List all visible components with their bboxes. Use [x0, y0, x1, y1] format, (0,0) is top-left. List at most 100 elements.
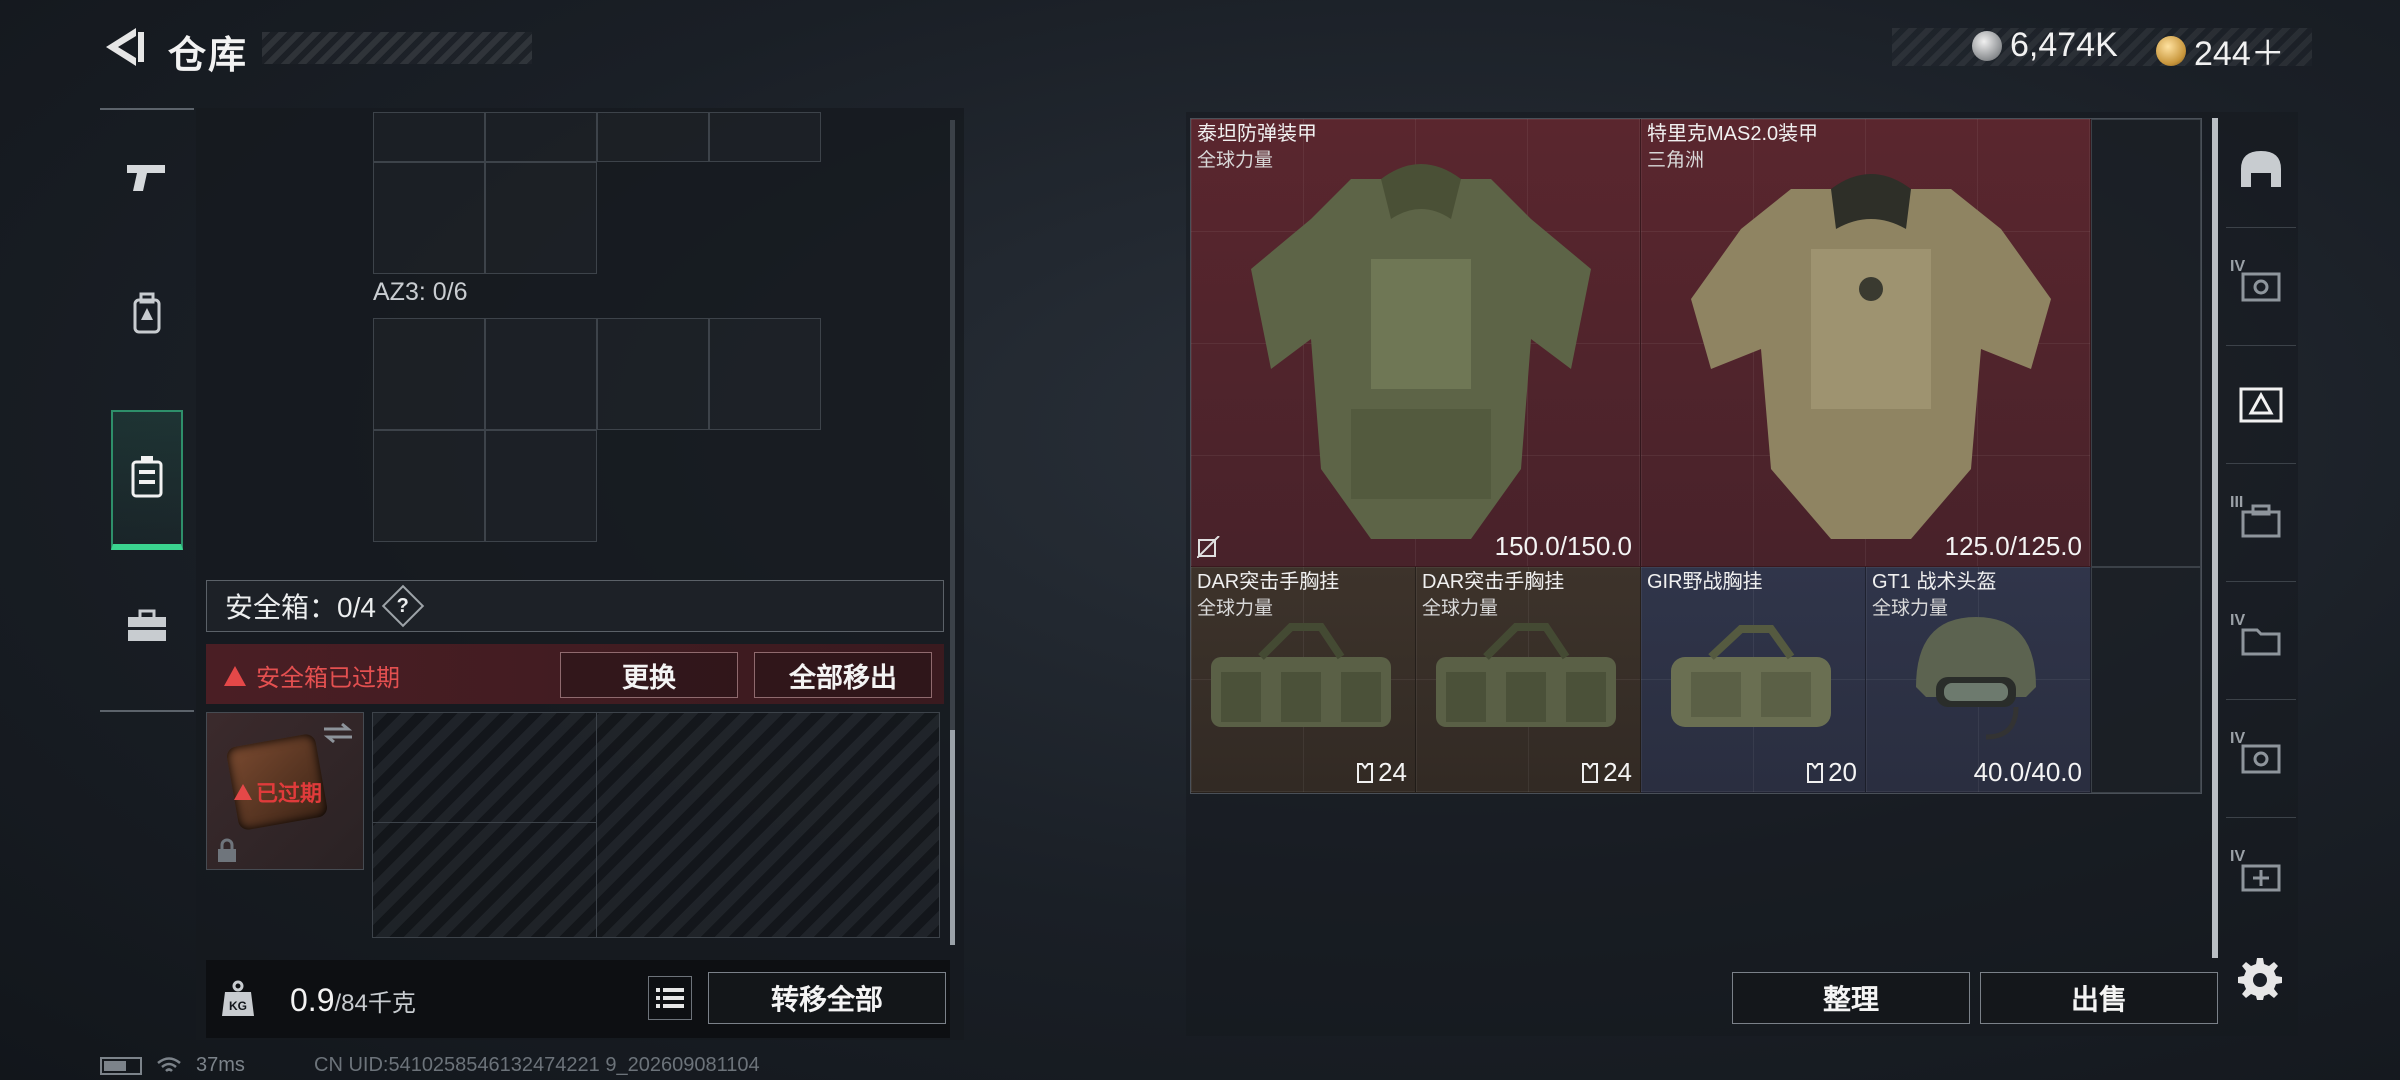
tier-label: III — [2230, 494, 2244, 511]
slot-cell[interactable] — [485, 112, 597, 162]
item-capacity: 24 — [1581, 757, 1632, 788]
filter-tier-iv-2[interactable] — [2226, 346, 2296, 464]
slot-cell[interactable] — [597, 112, 709, 162]
category-rail — [100, 108, 194, 712]
no-insure-icon — [1197, 536, 1220, 558]
page-title: 仓库 — [168, 35, 249, 77]
armor-vest-icon — [131, 456, 163, 498]
chest-rig-image — [1211, 623, 1391, 727]
battery-icon — [100, 1056, 142, 1075]
weight-capacity: /84千克 — [334, 990, 416, 1017]
vest-capacity-icon — [1807, 762, 1824, 783]
back-arrow-icon[interactable] — [100, 22, 150, 72]
lock-icon — [218, 838, 236, 862]
status-bar: 37ms — [100, 1054, 245, 1077]
medical-filter-icon — [2241, 864, 2281, 892]
item-name: 特里克MAS2.0装甲 — [1647, 123, 1819, 145]
player-uid: CN UID:5410258546132474221 9_20260908110… — [314, 1054, 760, 1076]
title-decoration — [262, 32, 532, 64]
list-icon — [656, 988, 684, 1008]
filter-rail: IV III IV IV IV — [2226, 110, 2296, 950]
sell-button[interactable]: 出售 — [1980, 972, 2218, 1024]
silver-amount: 6,474K — [2010, 26, 2118, 64]
item-name: GIR野战胸挂 — [1647, 571, 1763, 593]
gold-amount: 244＋ — [2194, 35, 2285, 73]
item-gir-chest-rig[interactable]: GIR野战胸挂 20 — [1641, 567, 1866, 793]
warning-icon — [234, 784, 252, 800]
bag-filter-icon — [2241, 504, 2281, 537]
settings-gear-icon[interactable] — [2238, 956, 2282, 1000]
item-faction: 全球力量 — [1422, 598, 1499, 619]
az3-slot[interactable] — [597, 318, 709, 430]
help-icon[interactable]: ? — [381, 584, 425, 628]
az3-slot[interactable] — [485, 430, 597, 542]
backpack-icon — [133, 292, 161, 334]
inventory-grid: 泰坦防弹装甲 全球力量 150.0/150.0 特里克MAS2.0装甲 三角洲 … — [1190, 118, 2202, 794]
safe-box-label: 安全箱：0/4 — [225, 592, 376, 623]
item-dar-chest-rig[interactable]: DAR突击手胸挂 全球力量 24 — [1416, 567, 1641, 793]
silver-currency[interactable]: 6,474K — [1972, 26, 2118, 65]
item-gt1-helmet[interactable]: GT1 战术头盔 全球力量 40.0/40.0 — [1866, 567, 2091, 793]
list-view-button[interactable] — [648, 976, 692, 1020]
filter-tier-iii[interactable]: III — [2226, 464, 2296, 582]
vest-capacity-icon — [1582, 762, 1599, 783]
inventory-scrollbar[interactable] — [2212, 118, 2218, 958]
slot-cell[interactable] — [709, 112, 821, 162]
helmet-image — [1916, 617, 2036, 740]
armor-vest-image — [1251, 164, 1591, 539]
tier-label: IV — [2230, 612, 2246, 629]
item-faction: 三角洲 — [1647, 150, 1705, 171]
filter-tier-iv-1[interactable]: IV — [2226, 228, 2296, 346]
expired-badge: 已过期 — [234, 776, 322, 808]
armor-vest-image — [1691, 174, 2051, 539]
filter-tier-iv-4[interactable]: IV — [2226, 700, 2296, 818]
empty-slot[interactable] — [2091, 119, 2201, 567]
sort-button[interactable]: 整理 — [1732, 972, 1970, 1024]
gold-currency[interactable]: 244＋ — [2156, 26, 2285, 75]
expired-message: 安全箱已过期 — [224, 658, 400, 693]
empty-slot[interactable] — [2091, 567, 2201, 793]
filter-tier-iv-5[interactable]: IV — [2226, 818, 2296, 936]
safe-box-header: 安全箱：0/4 ? — [206, 580, 944, 632]
swap-icon[interactable] — [322, 722, 354, 744]
category-backpack[interactable] — [100, 246, 194, 382]
replace-button[interactable]: 更换 — [560, 652, 738, 698]
category-armor[interactable] — [111, 410, 183, 550]
silver-coin-icon — [1972, 30, 2002, 61]
item-mas2-armor[interactable]: 特里克MAS2.0装甲 三角洲 125.0/125.0 — [1641, 119, 2091, 567]
transfer-all-button[interactable]: 转移全部 — [708, 972, 946, 1024]
warning-icon — [224, 665, 246, 686]
remove-all-button[interactable]: 全部移出 — [754, 652, 932, 698]
chest-rig-image — [1436, 623, 1616, 727]
filter-helmet[interactable] — [2226, 110, 2296, 228]
item-titan-armor[interactable]: 泰坦防弹装甲 全球力量 150.0/150.0 — [1191, 119, 1641, 567]
container-scroll-thumb[interactable] — [950, 730, 955, 945]
item-durability: 40.0/40.0 — [1973, 757, 2082, 787]
az3-slot[interactable] — [373, 430, 485, 542]
category-weapons[interactable] — [100, 110, 194, 246]
case-filter-icon — [2241, 744, 2281, 773]
gold-coin-icon — [2156, 35, 2186, 66]
az3-slot[interactable] — [373, 318, 485, 430]
item-faction: 全球力量 — [1197, 598, 1274, 619]
tier-label: IV — [2230, 848, 2246, 865]
tier-label: IV — [2230, 730, 2246, 747]
item-dar-chest-rig[interactable]: DAR突击手胸挂 全球力量 24 — [1191, 567, 1416, 793]
az3-slot[interactable] — [709, 318, 821, 430]
wifi-icon — [157, 1056, 181, 1072]
slot-cell[interactable] — [485, 162, 597, 274]
slot-cell[interactable] — [373, 162, 485, 274]
armor-filter-icon — [2239, 387, 2283, 422]
slot-cell[interactable] — [373, 112, 485, 162]
weight-readout: 0.9/84千克 — [290, 982, 416, 1019]
item-capacity: 20 — [1806, 757, 1857, 788]
item-capacity: 24 — [1356, 757, 1407, 788]
folder-filter-icon — [2241, 628, 2281, 655]
pistol-icon — [127, 165, 165, 191]
svg-text:KG: KG — [229, 999, 247, 1013]
item-name: DAR突击手胸挂 — [1422, 571, 1565, 593]
helmet-filter-icon — [2241, 150, 2281, 187]
az3-slot[interactable] — [485, 318, 597, 430]
category-tools[interactable] — [100, 558, 194, 694]
filter-tier-iv-3[interactable]: IV — [2226, 582, 2296, 700]
